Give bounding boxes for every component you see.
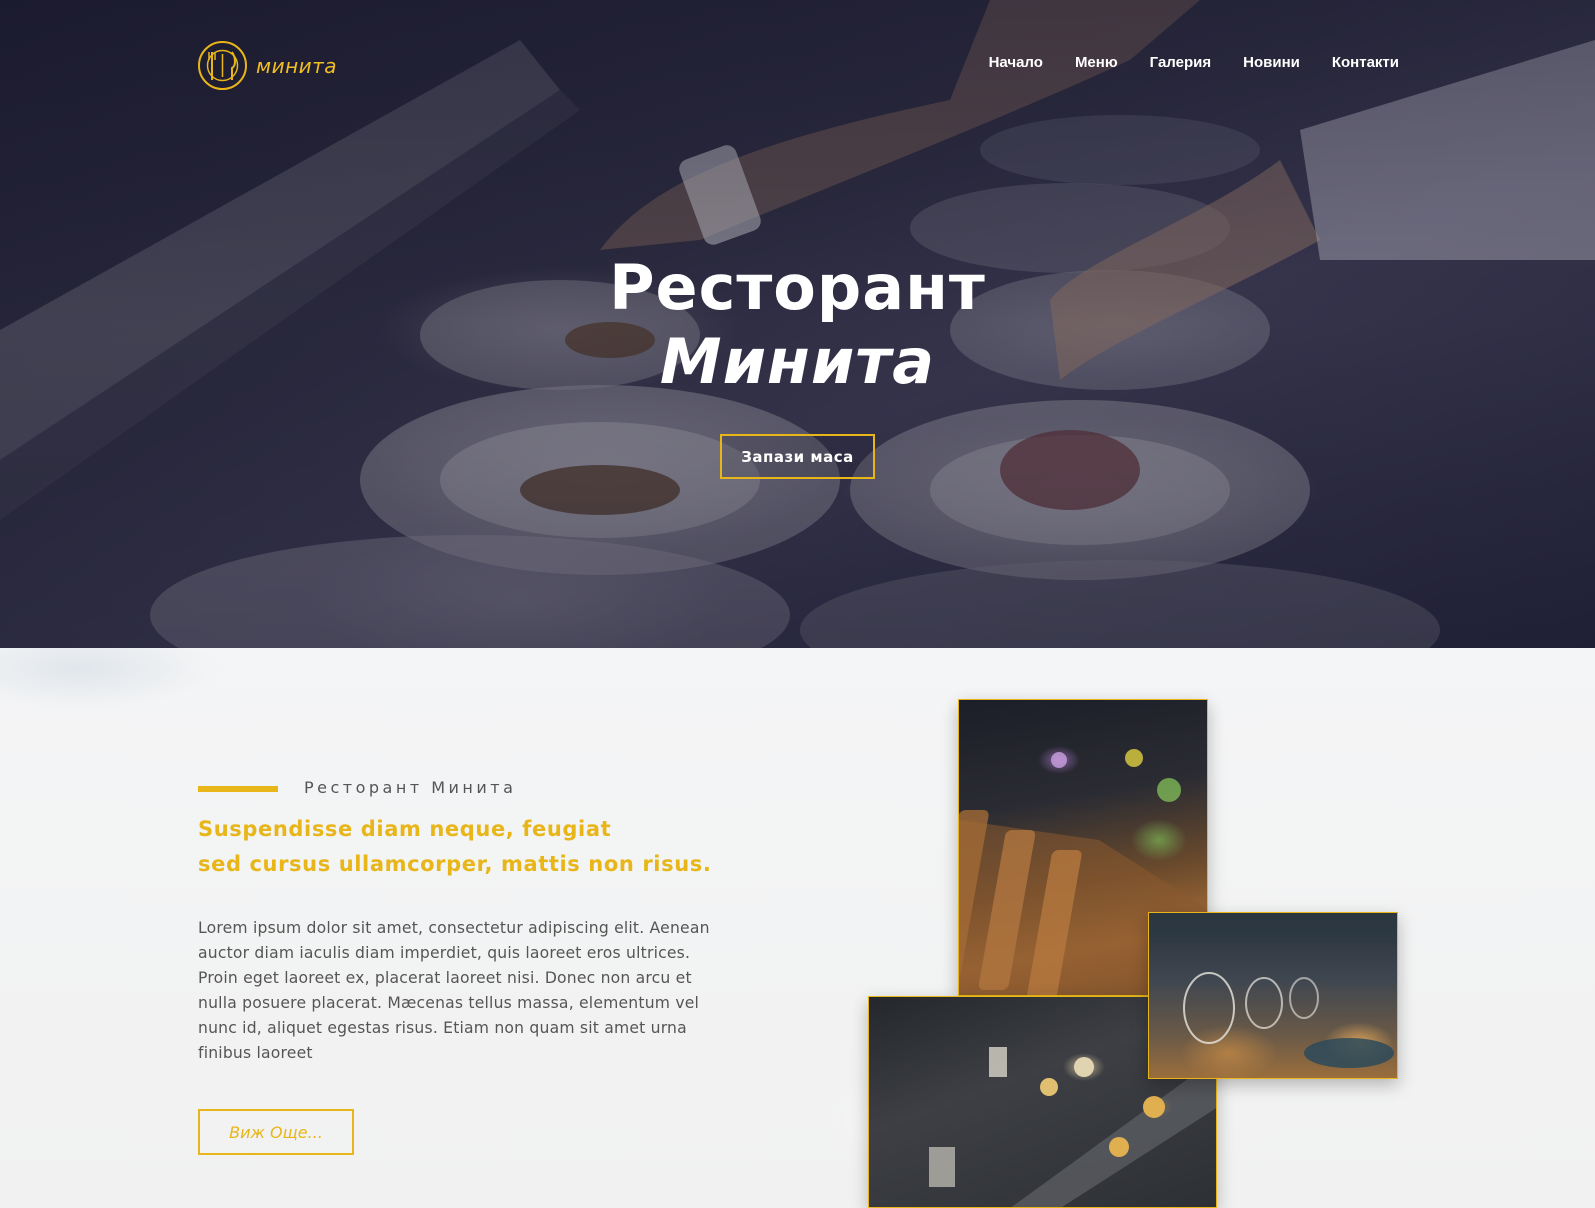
- wine-glasses-photo-art: [1149, 913, 1397, 1068]
- main-nav: Начало Меню Галерия Новини Контакти: [989, 54, 1399, 71]
- section-eyebrow: Ресторант Минита: [304, 778, 517, 797]
- nav-item-news[interactable]: Новини: [1243, 54, 1300, 71]
- nav-item-menu[interactable]: Меню: [1075, 54, 1118, 71]
- brand-name: минита: [256, 53, 338, 78]
- eyebrow-accent-bar: [198, 786, 278, 792]
- see-more-button[interactable]: Виж Още...: [198, 1109, 354, 1155]
- brand-logo[interactable]: минита: [197, 40, 337, 91]
- headline-line1: Suspendisse diam neque, feugiat: [198, 817, 612, 841]
- headline-line2: sed cursus ullamcorper, mattis non risus…: [198, 852, 712, 876]
- hero-title-line1: Ресторант: [609, 251, 986, 324]
- reserve-table-button[interactable]: Запази маса: [720, 434, 875, 479]
- wine-glasses-photo[interactable]: [1148, 912, 1398, 1079]
- nav-item-gallery[interactable]: Галерия: [1150, 54, 1211, 71]
- hero-title-line2: Минита: [659, 325, 936, 398]
- hero-section: минита Начало Меню Галерия Новини Контак…: [0, 0, 1595, 648]
- section-headline: Suspendisse diam neque, feugiat sed curs…: [198, 812, 758, 882]
- nav-item-home[interactable]: Начало: [989, 54, 1043, 71]
- section-body-text: Lorem ipsum dolor sit amet, consectetur …: [198, 919, 710, 1062]
- hero-background-image: [0, 0, 1595, 648]
- nav-item-contacts[interactable]: Контакти: [1332, 54, 1399, 71]
- fork-knife-plate-icon: [198, 41, 247, 90]
